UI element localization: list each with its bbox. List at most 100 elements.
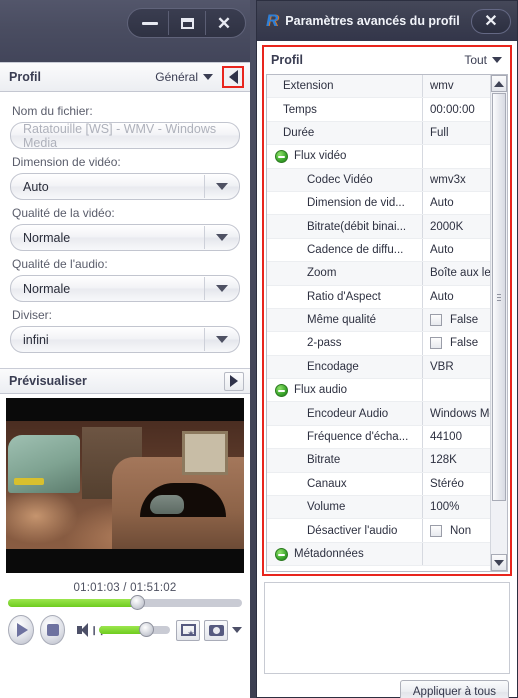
table-row[interactable]: Flux vidéo	[267, 145, 490, 169]
table-row[interactable]: Fréquence d'écha... 44100	[267, 425, 490, 450]
split-select[interactable]: infini	[10, 326, 240, 353]
snapshot-menu-caret-down-icon[interactable]	[232, 627, 242, 633]
dialog-close-button[interactable]: ✕	[471, 8, 511, 34]
volume-slider[interactable]	[98, 622, 170, 637]
table-row[interactable]: Encodeur Audio Windows Me	[267, 402, 490, 426]
property-name-label: Durée	[283, 126, 315, 139]
split-dropdown-arrow[interactable]	[204, 328, 238, 351]
table-row[interactable]: Bitrate 128K	[267, 449, 490, 473]
property-value-cell[interactable]: Full	[423, 127, 490, 139]
collapse-group-minus-icon[interactable]	[275, 149, 288, 163]
video-quality-dropdown-arrow[interactable]	[204, 226, 238, 249]
video-quality-label: Qualité de la vidéo:	[12, 206, 115, 220]
collapse-group-minus-icon[interactable]	[275, 383, 288, 397]
property-value-cell[interactable]: False	[423, 314, 490, 327]
table-row[interactable]: Ratio d'Aspect Auto	[267, 285, 490, 309]
property-value-cell[interactable]: Non	[423, 524, 490, 537]
property-value-cell[interactable]: 100%	[423, 501, 490, 513]
profil-section-title: Profil	[9, 70, 41, 84]
scroll-down-button[interactable]	[491, 554, 507, 571]
table-row[interactable]: Flux audio	[267, 379, 490, 403]
table-row[interactable]: Codec Vidéo wmv3x	[267, 168, 490, 192]
checkbox-icon[interactable]	[430, 524, 442, 537]
audio-quality-select[interactable]: Normale	[10, 275, 240, 302]
collapse-panel-button[interactable]	[222, 66, 244, 88]
table-row[interactable]: Canaux Stéréo	[267, 472, 490, 497]
property-name-label: Canaux	[307, 477, 347, 490]
property-value-cell[interactable]: Windows Me	[423, 408, 490, 420]
property-name-label: Flux audio	[294, 384, 348, 397]
property-value-cell[interactable]: Boîte aux lettr	[423, 267, 490, 279]
scrollbar-thumb[interactable]	[492, 93, 506, 501]
seek-slider-handle[interactable]	[129, 595, 145, 610]
table-row[interactable]: Durée Full	[267, 121, 490, 146]
scene-rat	[150, 495, 184, 514]
properties-rows-container: Extension wmv Temps 00:00:00 Durée Full Flux v…	[267, 75, 490, 571]
property-value-cell[interactable]: 2000K	[423, 221, 490, 233]
property-value-cell[interactable]: wmv3x	[423, 174, 490, 186]
table-row[interactable]: Encodage VBR	[267, 355, 490, 380]
property-value-cell[interactable]: Auto	[423, 244, 490, 256]
video-dimension-value: Auto	[23, 179, 49, 194]
property-value-cell[interactable]: wmv	[423, 80, 490, 92]
seek-progress-fill	[8, 599, 137, 607]
table-row[interactable]: Cadence de diffu... Auto	[267, 238, 490, 263]
checkbox-icon[interactable]	[430, 314, 442, 327]
property-value-cell[interactable]: 44100	[423, 431, 490, 443]
minimize-button[interactable]	[131, 11, 168, 35]
maximize-button[interactable]	[168, 11, 205, 35]
property-value-cell[interactable]: False	[423, 337, 490, 350]
speaker-icon[interactable]: ❙❙	[77, 623, 105, 637]
apply-to-all-button[interactable]: Appliquer à tous	[399, 680, 509, 698]
property-value-cell[interactable]: Auto	[423, 197, 490, 209]
collapse-group-minus-icon[interactable]	[275, 547, 288, 561]
table-row[interactable]: 2-pass False	[267, 332, 490, 356]
filename-input[interactable]: Ratatouille [WS] - WMV - Windows Media	[10, 122, 240, 150]
caret-down-icon	[215, 183, 228, 190]
table-row[interactable]: Zoom Boîte aux lettr	[267, 262, 490, 286]
profil-dropdown-label[interactable]: Général	[155, 70, 198, 84]
scene-car	[8, 435, 80, 493]
audio-quality-dropdown-arrow[interactable]	[204, 277, 238, 300]
video-preview-surface[interactable]	[6, 398, 244, 573]
table-row[interactable]: Métadonnées	[267, 542, 490, 567]
property-value-cell[interactable]: Stéréo	[423, 478, 490, 490]
properties-vertical-scrollbar[interactable]	[490, 75, 507, 571]
table-row[interactable]: Volume 100%	[267, 496, 490, 520]
play-button[interactable]	[8, 615, 34, 645]
table-row[interactable]: Dimension de vid... Auto	[267, 191, 490, 216]
checkbox-icon[interactable]	[430, 337, 442, 350]
table-row[interactable]: Bitrate(débit binai... 2000K	[267, 215, 490, 239]
table-row[interactable]: Extension wmv	[267, 75, 490, 99]
scroll-up-button[interactable]	[491, 75, 507, 92]
close-button[interactable]: ✕	[205, 11, 242, 35]
scene-window	[182, 431, 228, 475]
chevron-down-icon[interactable]	[492, 56, 502, 63]
preview-expand-button[interactable]	[224, 371, 244, 391]
property-name-cell: Ratio d'Aspect	[267, 285, 423, 308]
property-value-cell[interactable]: 128K	[423, 454, 490, 466]
property-value-label: Auto	[430, 197, 454, 210]
triangle-left-icon	[228, 70, 238, 84]
video-quality-select[interactable]: Normale	[10, 224, 240, 251]
table-row[interactable]: Temps 00:00:00	[267, 98, 490, 122]
clip-snapshot-button[interactable]	[176, 619, 200, 641]
table-row[interactable]: Même qualité False	[267, 308, 490, 333]
stop-button[interactable]	[39, 615, 66, 645]
chevron-down-icon[interactable]	[203, 74, 213, 80]
property-name-cell: Zoom	[267, 262, 423, 285]
window-controls-group: ✕	[127, 8, 246, 38]
profile-filter-label[interactable]: Tout	[464, 53, 487, 67]
photo-snapshot-button[interactable]	[204, 619, 228, 641]
table-row[interactable]: Désactiver l'audio Non	[267, 519, 490, 543]
property-value-cell[interactable]: 00:00:00	[423, 104, 490, 116]
property-value-cell[interactable]: VBR	[423, 361, 490, 373]
volume-slider-handle[interactable]	[138, 622, 154, 637]
property-value-cell[interactable]: Auto	[423, 291, 490, 303]
seek-slider[interactable]	[8, 595, 242, 610]
scrollbar-grip-icon	[497, 294, 501, 301]
property-value-label: wmv	[430, 80, 454, 93]
video-quality-value: Normale	[23, 230, 71, 245]
video-dimension-dropdown-arrow[interactable]	[204, 175, 238, 198]
video-dimension-select[interactable]: Auto	[10, 173, 240, 200]
